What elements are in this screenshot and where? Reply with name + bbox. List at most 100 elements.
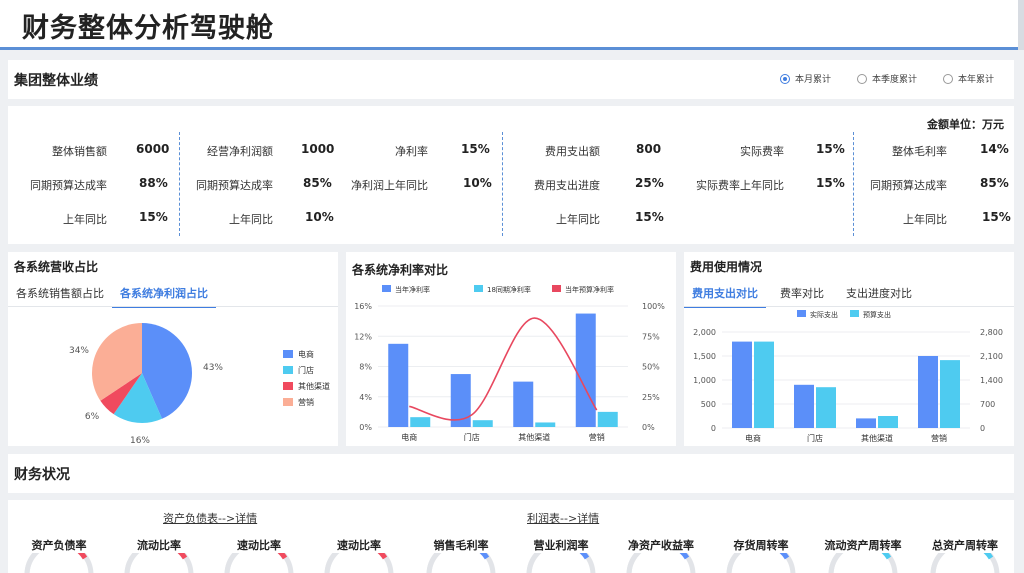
y-right-tick: 25%	[642, 393, 660, 402]
ratio-gauge	[828, 553, 898, 573]
balance-sheet-link[interactable]: 资产负债表-->详情	[163, 510, 257, 526]
ratio-gauge	[124, 553, 194, 573]
gauge-track	[526, 553, 542, 573]
ratio-label: 流动比率	[137, 539, 181, 552]
ratio-label: 流动资产周转率	[824, 539, 902, 552]
radio-dot-icon	[779, 73, 790, 84]
kpi-label: 实际费率	[740, 145, 784, 158]
divider	[179, 132, 180, 236]
kpi-value: 85%	[303, 176, 332, 190]
gauge-track	[726, 553, 742, 573]
gauge-track	[828, 553, 844, 573]
ratio-label: 营业利润率	[533, 539, 589, 552]
kpi-value: 15%	[982, 210, 1011, 224]
legend-swatch	[283, 350, 293, 358]
finance-ratios-panel: 资产负债表-->详情 利润表-->详情 资产负债率 流动比率 速动比率 速动比率 销售毛…	[8, 500, 1014, 573]
ratio-gauge	[24, 553, 94, 573]
kpi-value: 88%	[139, 176, 168, 190]
bar	[410, 417, 431, 427]
x-tick: 其他渠道	[861, 433, 893, 443]
scrollbar[interactable]	[1018, 0, 1024, 50]
series-line	[409, 317, 598, 421]
ratio-gauge	[224, 553, 294, 573]
x-tick: 营销	[589, 432, 605, 442]
y-right-tick: 700	[980, 400, 995, 409]
kpi-label: 整体销售额	[52, 145, 107, 158]
bar	[597, 411, 618, 427]
radio-label: 本年累计	[957, 75, 994, 85]
kpi-label: 上年同比	[556, 213, 600, 226]
gauge-fill	[679, 553, 690, 560]
ratio-gauge	[626, 553, 696, 573]
divider	[502, 132, 503, 236]
bar	[794, 384, 814, 428]
ratio-gauge	[526, 553, 596, 573]
kpi-value: 15%	[816, 176, 845, 190]
ratio-label: 速动比率	[237, 539, 281, 552]
ratio-label: 销售毛利率	[433, 539, 489, 552]
kpi-label: 费用支出额	[545, 145, 600, 158]
pie-value-label: 6%	[85, 412, 100, 422]
kpi-value: 85%	[980, 176, 1009, 190]
x-tick: 门店	[464, 432, 480, 442]
group-title-panel: 集团整体业绩 本月累计 本季度累计 本年累计	[8, 60, 1014, 99]
bar	[472, 420, 493, 427]
ratio-gauge	[930, 553, 1000, 573]
ratio-label: 资产负债率	[31, 539, 87, 552]
page-title: 财务整体分析驾驶舱	[22, 13, 274, 44]
legend-label: 电商	[298, 349, 314, 359]
y-left-tick: 2,000	[693, 328, 716, 337]
pie-value-label: 34%	[69, 346, 89, 356]
bar	[754, 341, 774, 428]
kpi-panel: 金额单位：万元 整体销售额 6000 同期预算达成率 88% 上年同比 15% 经营净利润额…	[8, 106, 1014, 244]
y-right-tick: 100%	[642, 302, 665, 311]
pie-chart: 43% 16% 6% 34% 电商门店其他渠道营销	[69, 323, 330, 446]
legend-swatch	[382, 285, 391, 292]
radio-year[interactable]: 本年累计	[942, 72, 994, 85]
legend-label: 营销	[298, 397, 314, 407]
radio-label: 本月累计	[794, 75, 831, 85]
bar	[878, 416, 898, 428]
x-tick: 电商	[401, 432, 417, 442]
x-tick: 营销	[931, 433, 947, 443]
kpi-label: 整体毛利率	[892, 145, 947, 158]
gauge-track	[626, 553, 642, 573]
gauge-track	[426, 553, 442, 573]
gauge-track	[930, 553, 946, 573]
gauge-fill	[983, 553, 994, 560]
pie-value-label: 16%	[130, 436, 150, 446]
kpi-value: 25%	[635, 176, 664, 190]
legend-label: 当年净利率	[395, 285, 430, 294]
gauge-track	[224, 553, 240, 573]
gauge-track	[324, 553, 340, 573]
bar	[918, 356, 938, 428]
y-right-tick: 2,100	[980, 352, 1003, 361]
pie-value-label: 43%	[203, 363, 223, 373]
kpi-value: 6000	[136, 142, 170, 156]
bar	[575, 313, 596, 427]
radio-quarter[interactable]: 本季度累计	[856, 72, 917, 85]
gauge-fill	[881, 553, 892, 560]
ratio-label: 速动比率	[337, 539, 381, 552]
gauge-fill	[77, 553, 88, 560]
y-right-tick: 75%	[642, 332, 660, 341]
y-left-tick: 1,500	[693, 352, 716, 361]
ratio-label: 存货周转率	[733, 539, 789, 552]
y-right-tick: 1,400	[980, 376, 1003, 385]
kpi-label: 同期预算达成率	[30, 179, 107, 192]
kpi-value: 800	[636, 142, 662, 156]
finance-title: 财务状况	[14, 467, 70, 483]
legend-swatch	[283, 366, 293, 374]
x-tick: 其他渠道	[518, 432, 550, 442]
y-left-tick: 1,000	[693, 376, 716, 385]
radio-dot-icon	[942, 73, 953, 84]
radio-label: 本季度累计	[871, 75, 917, 85]
ratio-label: 总资产周转率	[932, 539, 998, 552]
kpi-value: 1000	[301, 142, 335, 156]
expense-chart: 0 500 1,000 1,500 2,000 0 700 1,400 2,100 2,800 实际…	[693, 310, 1003, 443]
legend-swatch	[283, 382, 293, 390]
kpi-label: 同期预算达成率	[870, 179, 947, 192]
radio-month[interactable]: 本月累计	[779, 72, 831, 85]
income-statement-link[interactable]: 利润表-->详情	[527, 510, 599, 526]
y-right-tick: 2,800	[980, 328, 1003, 337]
